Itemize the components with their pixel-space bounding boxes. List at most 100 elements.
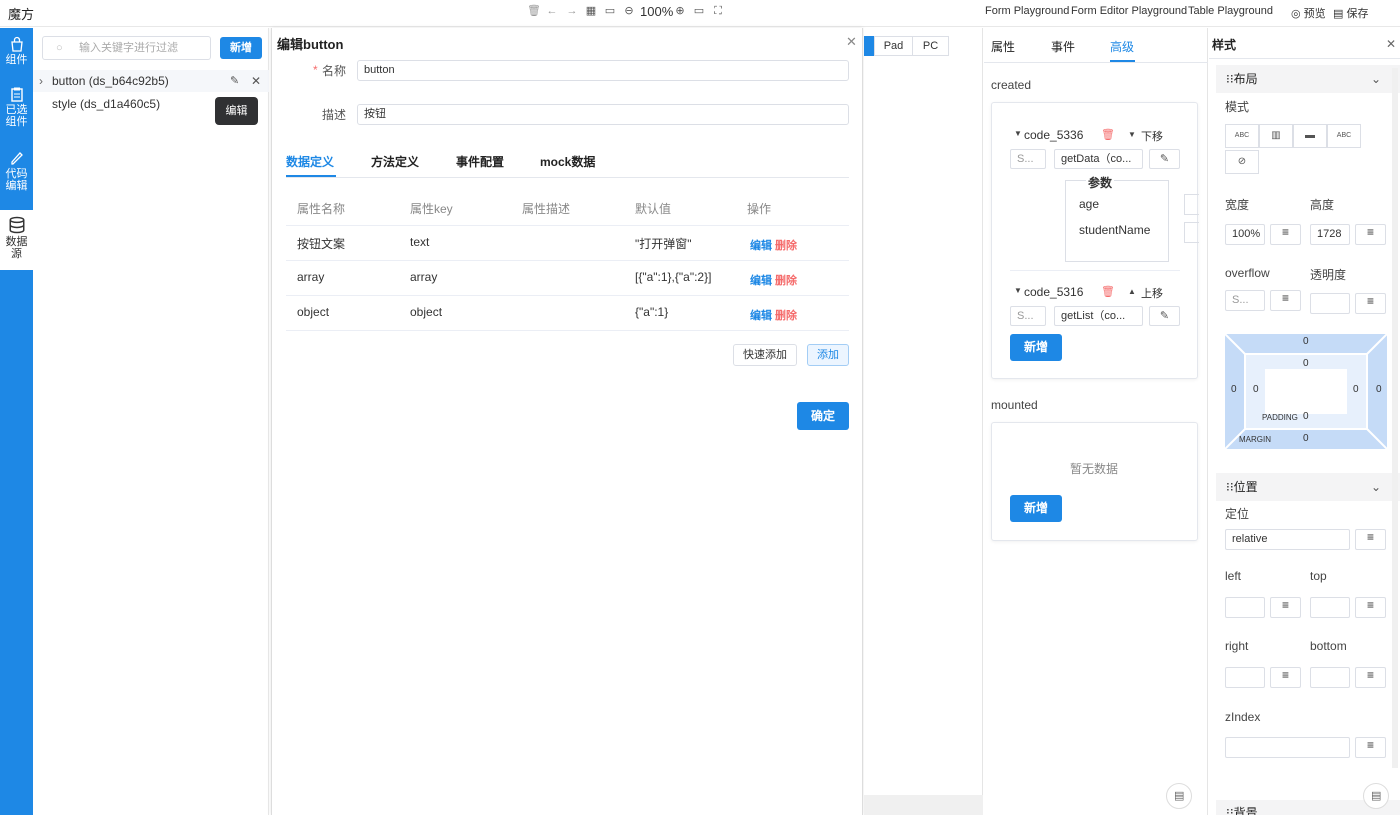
delete-link[interactable]: 删除 [775,237,797,253]
margin-right-value[interactable]: 0 [1376,384,1382,395]
database-icon[interactable]: ≡ [1355,597,1386,618]
preview-button[interactable]: ◎ 预览 [1291,5,1326,21]
edit-icon[interactable]: ✎ [230,70,239,92]
database-icon[interactable]: ≡ [1270,224,1301,245]
position-select[interactable]: relative [1225,529,1350,550]
caret-down-icon[interactable]: ▼ [1014,129,1022,138]
tab-data-definition[interactable]: 数据定义 [286,153,334,170]
delete-icon[interactable]: 🗑 [527,5,541,17]
dialog-close-icon[interactable]: ✕ [846,34,857,50]
mode-flex-button[interactable]: ▥ [1259,124,1293,148]
param-input[interactable] [1184,222,1199,243]
zoom-in-icon[interactable]: ⊕ [674,5,686,17]
close-icon[interactable]: ✕ [251,70,261,92]
fullscreen-icon[interactable]: ⛶ [712,5,724,17]
document-icon[interactable]: ▤ [1363,783,1389,809]
form-playground-link[interactable]: Form Playground [985,5,1069,17]
add-mounted-button[interactable]: 新增 [1010,495,1062,522]
height-input[interactable]: 1728 [1310,224,1350,245]
padding-left-value[interactable]: 0 [1253,384,1259,395]
database-icon[interactable]: ≡ [1355,529,1386,550]
tab-advanced[interactable]: 高级 [1110,38,1134,55]
rail-components[interactable]: 组件 [0,36,33,76]
redo-icon[interactable]: → [566,5,578,17]
rail-datasource[interactable]: 数据 源 [0,210,33,270]
method-input[interactable]: getList（co... [1054,306,1143,326]
select-input[interactable]: S... [1010,306,1046,326]
grid-icon[interactable]: ▦ [585,5,597,17]
caret-down-icon[interactable]: ▼ [1014,286,1022,295]
tab-event-config[interactable]: 事件配置 [456,153,504,170]
layout-icon[interactable]: ▭ [604,5,616,17]
database-icon[interactable]: ≡ [1355,667,1386,688]
add-row-button[interactable]: 添加 [807,344,849,366]
name-input[interactable]: button [357,60,849,81]
canvas-scrollbar[interactable] [864,795,983,815]
scrollbar[interactable] [1392,68,1398,768]
pc-button[interactable]: PC [912,36,949,56]
tab-properties[interactable]: 属性 [991,38,1015,55]
edit-link[interactable]: 编辑 [750,307,772,323]
filter-input[interactable]: ○ 输入关键字进行过滤 [42,36,211,60]
form-editor-playground-link[interactable]: Form Editor Playground [1071,5,1187,17]
margin-left-value[interactable]: 0 [1231,384,1237,395]
margin-bottom-value[interactable]: 0 [1303,433,1309,444]
trash-icon[interactable]: 🗑 [1101,285,1115,298]
mode-inline-block-button[interactable]: ABC [1327,124,1361,148]
left-input[interactable] [1225,597,1265,618]
delete-link[interactable]: 删除 [775,272,797,288]
layout-section-header[interactable]: ⁝⁝布局 ⌄ [1216,65,1400,93]
padding-top-value[interactable]: 0 [1303,358,1309,369]
mode-hidden-button[interactable]: ⊘ [1225,150,1259,174]
close-icon[interactable]: ✕ [1386,37,1396,51]
tab-events[interactable]: 事件 [1051,38,1075,55]
trash-icon[interactable]: 🗑 [1101,128,1115,141]
margin-top-value[interactable]: 0 [1303,336,1309,347]
method-input[interactable]: getData（co... [1054,149,1143,169]
opacity-input[interactable] [1310,293,1350,314]
edit-icon[interactable]: ✎ [1149,149,1180,169]
mode-block-button[interactable]: ▬ [1293,124,1327,148]
mode-inline-button[interactable]: ABC [1225,124,1259,148]
edit-link[interactable]: 编辑 [750,237,772,253]
delete-link[interactable]: 删除 [775,307,797,323]
desc-input[interactable]: 按钮 [357,104,849,125]
document-icon[interactable]: ▤ [1166,783,1192,809]
database-icon[interactable]: ≡ [1270,667,1301,688]
zindex-input[interactable] [1225,737,1350,758]
padding-bottom-value[interactable]: 0 [1303,411,1309,422]
top-input[interactable] [1310,597,1350,618]
move-down-button[interactable]: 下移 [1141,128,1163,144]
right-input[interactable] [1225,667,1265,688]
position-section-header[interactable]: ⁝⁝位置 ⌄ [1216,473,1400,501]
edit-link[interactable]: 编辑 [750,272,772,288]
pad-button[interactable]: Pad [874,36,913,56]
zoom-out-icon[interactable]: ⊖ [623,5,635,17]
param-input[interactable] [1184,194,1199,215]
select-input[interactable]: S... [1010,149,1046,169]
database-icon[interactable]: ≡ [1355,224,1386,245]
add-created-button[interactable]: 新增 [1010,334,1062,361]
bottom-input[interactable] [1310,667,1350,688]
rail-selected[interactable]: 已选 组件 [0,86,33,136]
screen-icon[interactable]: ▭ [693,5,705,17]
database-icon[interactable]: ≡ [1355,737,1386,758]
database-icon[interactable]: ≡ [1270,290,1301,311]
device-toggle-active[interactable] [864,36,874,56]
chevron-right-icon[interactable]: › [39,70,43,92]
quick-add-button[interactable]: 快速添加 [733,344,797,366]
tab-method-definition[interactable]: 方法定义 [371,153,419,170]
move-up-button[interactable]: 上移 [1141,285,1163,301]
database-icon[interactable]: ≡ [1270,597,1301,618]
add-datasource-button[interactable]: 新增 [220,37,262,59]
tree-item[interactable]: › button (ds_b64c92b5) ✎ ✕ [33,70,269,92]
database-icon[interactable]: ≡ [1355,293,1386,314]
table-playground-link[interactable]: Table Playground [1188,5,1273,17]
save-button[interactable]: ▤ 保存 [1333,5,1368,21]
confirm-button[interactable]: 确定 [797,402,849,430]
rail-code[interactable]: 代码 编辑 [0,150,33,200]
overflow-select[interactable]: S... [1225,290,1265,311]
padding-right-value[interactable]: 0 [1353,384,1359,395]
width-input[interactable]: 100% [1225,224,1265,245]
tab-mock-data[interactable]: mock数据 [540,153,595,170]
